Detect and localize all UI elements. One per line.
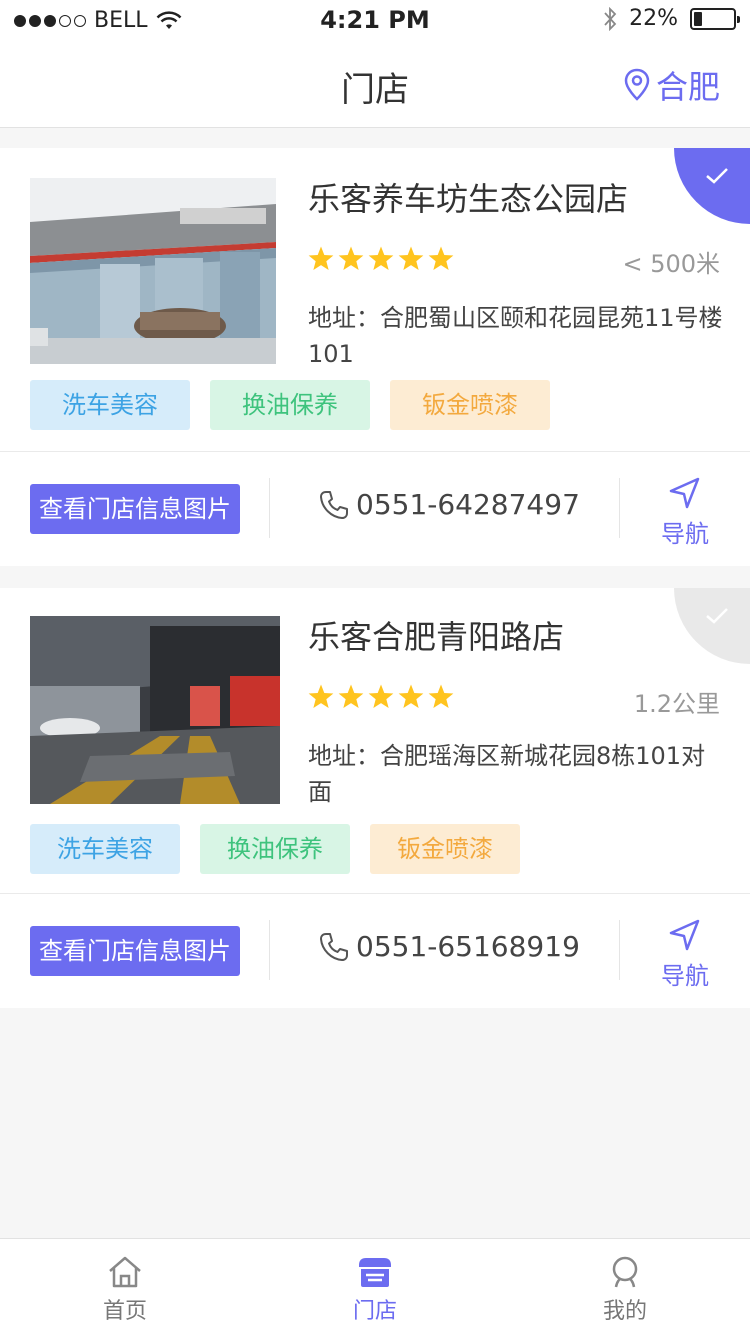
store-address: 地址：合肥瑶海区新城花园8栋101对面	[308, 742, 706, 806]
store-card-body: 乐客养车坊生态公园店 < 500米 地址：合肥蜀山区颐和花园昆苑11号楼101 …	[0, 148, 750, 452]
navigate-button[interactable]: 导航	[640, 918, 730, 991]
service-tag: 洗车美容	[30, 824, 180, 874]
star-rating	[308, 684, 454, 710]
divider	[269, 478, 270, 538]
store-name: 乐客养车坊生态公园店	[308, 180, 629, 218]
phone-number: 0551-64287497	[356, 488, 580, 521]
tab-home[interactable]: 首页	[0, 1239, 250, 1334]
nav-header: 门店 合肥	[0, 40, 750, 128]
navigation-arrow-icon	[669, 477, 700, 509]
star-icon	[398, 246, 424, 271]
bluetooth-icon	[604, 6, 617, 31]
star-icon	[308, 246, 334, 271]
phone-icon	[320, 490, 348, 519]
store-distance: < 500米	[622, 250, 720, 278]
tab-label: 首页	[102, 1299, 147, 1324]
divider	[619, 920, 620, 980]
store-card[interactable]: 乐客养车坊生态公园店 < 500米 地址：合肥蜀山区颐和花园昆苑11号楼101 …	[0, 148, 750, 566]
store-card-body: 乐客合肥青阳路店 1.2公里 地址：合肥瑶海区新城花园8栋101对面 洗车美容 …	[0, 588, 750, 894]
navigation-arrow-icon	[669, 919, 700, 951]
tab-store[interactable]: 门店	[250, 1239, 500, 1334]
unselected-badge[interactable]	[674, 588, 750, 664]
status-bar: BELL 4:21 PM 22%	[0, 0, 750, 40]
phone-icon	[320, 932, 348, 961]
view-store-photos-button[interactable]: 查看门店信息图片	[30, 926, 240, 976]
city-selector[interactable]: 合肥	[624, 62, 720, 108]
city-label: 合肥	[655, 68, 720, 106]
status-right: 22%	[603, 6, 740, 31]
check-icon	[706, 168, 728, 184]
profile-icon	[612, 1256, 638, 1288]
navigate-label: 导航	[661, 962, 709, 990]
star-icon	[368, 246, 394, 271]
service-tag: 换油保养	[210, 380, 370, 430]
service-tag: 洗车美容	[30, 380, 190, 430]
star-icon	[338, 246, 364, 271]
store-address: 地址：合肥蜀山区颐和花园昆苑11号楼101	[308, 304, 723, 368]
tab-label: 门店	[352, 1299, 397, 1324]
navigate-label: 导航	[661, 520, 709, 548]
battery-percent: 22%	[629, 6, 678, 31]
check-icon	[706, 608, 728, 624]
star-icon	[428, 246, 454, 271]
view-store-photos-button[interactable]: 查看门店信息图片	[30, 484, 240, 534]
call-store-button[interactable]: 0551-64287497	[318, 488, 580, 521]
home-icon	[109, 1256, 141, 1288]
store-name: 乐客合肥青阳路店	[308, 618, 565, 656]
store-icon	[359, 1258, 391, 1287]
store-distance: 1.2公里	[633, 690, 720, 718]
star-rating	[308, 246, 454, 272]
star-icon	[308, 684, 334, 709]
star-icon	[338, 684, 364, 709]
phone-number: 0551-65168919	[356, 930, 580, 963]
battery-level	[694, 11, 702, 26]
star-icon	[428, 684, 454, 709]
store-photo[interactable]	[30, 616, 280, 804]
tab-label: 我的	[602, 1299, 647, 1324]
service-tags: 洗车美容 换油保养 钣金喷漆	[30, 824, 520, 874]
store-card[interactable]: 乐客合肥青阳路店 1.2公里 地址：合肥瑶海区新城花园8栋101对面 洗车美容 …	[0, 588, 750, 1008]
navigate-button[interactable]: 导航	[640, 476, 730, 549]
service-tag: 换油保养	[200, 824, 350, 874]
divider	[269, 920, 270, 980]
store-card-actions: 查看门店信息图片 0551-65168919 导航	[0, 894, 750, 1008]
service-tag: 钣金喷漆	[390, 380, 550, 430]
store-photo[interactable]	[30, 178, 276, 364]
call-store-button[interactable]: 0551-65168919	[318, 930, 580, 963]
service-tags: 洗车美容 换油保养 钣金喷漆	[30, 380, 550, 430]
selected-badge[interactable]	[674, 148, 750, 224]
tab-profile[interactable]: 我的	[500, 1239, 750, 1334]
star-icon	[368, 684, 394, 709]
store-card-actions: 查看门店信息图片 0551-64287497 导航	[0, 452, 750, 566]
tab-bar: 首页 门店 我的	[0, 1238, 750, 1334]
service-tag: 钣金喷漆	[370, 824, 520, 874]
divider	[619, 478, 620, 538]
location-pin-icon	[624, 68, 650, 101]
star-icon	[398, 684, 424, 709]
battery-icon	[690, 7, 740, 30]
